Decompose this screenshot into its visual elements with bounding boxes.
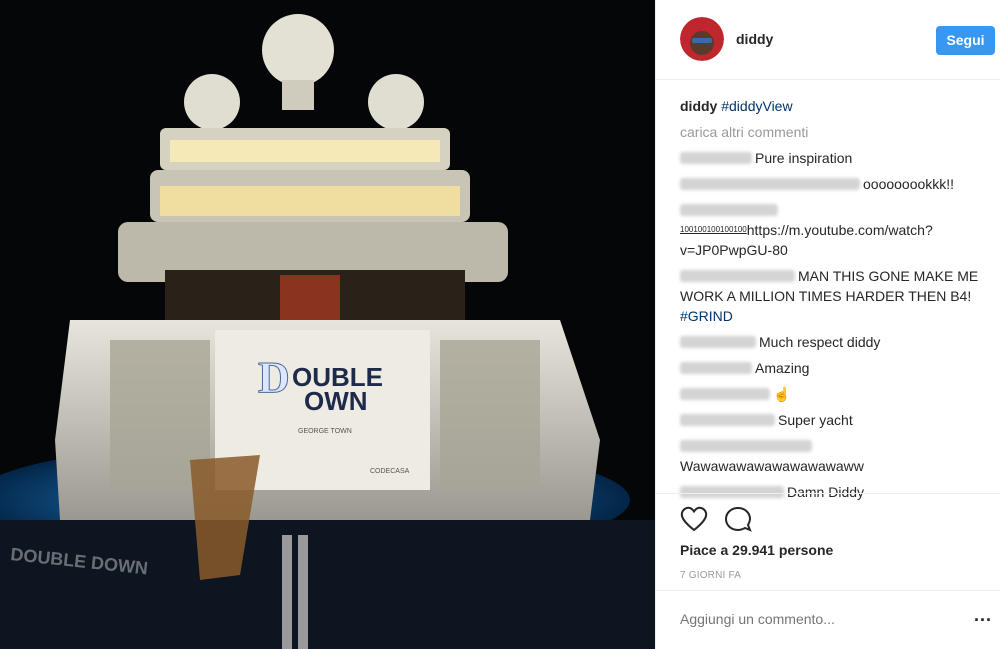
blurred-author[interactable] — [680, 336, 756, 348]
avatar[interactable] — [680, 17, 724, 61]
comment: 100100100100100https://m.youtube.com/wat… — [680, 200, 980, 260]
post-panel: diddy Segui diddy #diddyView carica altr… — [655, 0, 1000, 649]
comment-hashtag[interactable]: #GRIND — [680, 308, 733, 324]
add-comment-bar: ... — [656, 590, 1000, 649]
comment-text: Amazing — [755, 360, 810, 376]
caption-hashtag[interactable]: #diddyView — [721, 98, 792, 114]
username[interactable]: diddy — [736, 31, 773, 47]
follow-button[interactable]: Segui — [936, 26, 995, 55]
heart-icon[interactable] — [680, 506, 708, 532]
comment-text: Pure inspiration — [755, 150, 853, 166]
yacht-name-line2: OWN — [304, 386, 368, 416]
comment-text: Super yacht — [778, 412, 853, 428]
add-comment-input[interactable] — [680, 611, 950, 627]
comment: ☝ — [680, 384, 980, 404]
comment: Amazing — [680, 358, 980, 378]
blurred-author[interactable] — [680, 270, 795, 282]
yacht-monogram: D — [258, 353, 290, 402]
avatar-image — [680, 17, 724, 61]
yacht-builder: CODECASA — [370, 468, 410, 475]
comment: Super yacht — [680, 410, 980, 430]
load-more-comments[interactable]: carica altri commenti — [680, 122, 980, 142]
blurred-author[interactable] — [680, 440, 812, 452]
comment-icon[interactable] — [724, 506, 752, 532]
yacht-photo: D OUBLE OWN GEORGE TOWN CODECASA DOUBLE … — [0, 0, 655, 649]
comment: MAN THIS GONE MAKE ME WORK A MILLION TIM… — [680, 266, 980, 326]
caption: diddy #diddyView — [680, 96, 980, 116]
caption-author[interactable]: diddy — [680, 98, 717, 114]
blurred-author[interactable] — [680, 486, 784, 498]
comment-text: Wawawawawawawawawaww — [680, 458, 864, 474]
post-photo[interactable]: D OUBLE OWN GEORGE TOWN CODECASA DOUBLE … — [0, 0, 655, 649]
comment-text: Damn Diddy — [787, 484, 865, 500]
blurred-author[interactable] — [680, 414, 775, 426]
comment-prefix: 100100100100100 — [680, 225, 747, 234]
post-timestamp[interactable]: 7 GIORNI FA — [680, 570, 741, 581]
comments-list: diddy #diddyView carica altri commenti P… — [680, 96, 980, 508]
blurred-author[interactable] — [680, 204, 778, 216]
likes-count[interactable]: Piace a 29.941 persone — [680, 542, 833, 558]
pointing-up-icon: ☝ — [773, 386, 791, 402]
yacht-port: GEORGE TOWN — [298, 428, 352, 435]
more-options-icon[interactable]: ... — [974, 605, 992, 626]
comment-text: Much respect diddy — [759, 334, 881, 350]
blurred-author[interactable] — [680, 388, 770, 400]
comment: ooooooookkk!! — [680, 174, 980, 194]
post-header: diddy Segui — [656, 0, 1000, 80]
comment: Much respect diddy — [680, 332, 980, 352]
comment: Pure inspiration — [680, 148, 980, 168]
blurred-author[interactable] — [680, 152, 752, 164]
blurred-author[interactable] — [680, 178, 860, 190]
actions-divider — [656, 493, 1000, 495]
comment: Damn Diddy — [680, 482, 980, 502]
comment: Wawawawawawawawawaww — [680, 436, 980, 476]
comment-text: ooooooookkk!! — [863, 176, 955, 192]
blurred-author[interactable] — [680, 362, 752, 374]
